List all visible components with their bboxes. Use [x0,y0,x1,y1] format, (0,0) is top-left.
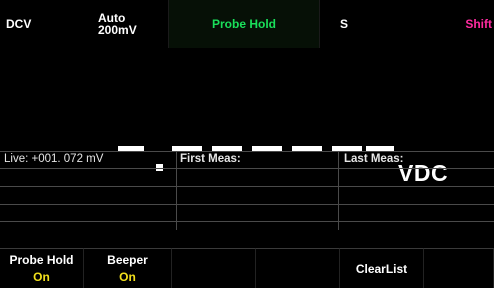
table-divider [0,151,494,152]
softkey-6[interactable] [424,248,494,288]
probe-hold-softkey[interactable]: Probe Hold On [0,248,84,288]
range-indicator: Auto 200mV [98,0,162,48]
table-divider [0,186,494,187]
probe-hold-indicator: Probe Hold [168,0,320,48]
reading-value: -.------ [0,48,1,49]
clear-list-softkey[interactable]: ClearList [340,248,424,288]
s-indicator: S [340,17,349,31]
table-divider [338,152,339,230]
first-meas-header: First Meas: [180,153,241,165]
last-meas-header: Last Meas: [344,153,404,165]
table-divider [0,221,494,222]
softkey-4[interactable] [256,248,340,288]
reading-unit: VDC [398,160,449,186]
table-divider [0,168,494,169]
softkey-3[interactable] [172,248,256,288]
softkey-label: Beeper [107,253,148,267]
softkey-label: Probe Hold [9,253,74,267]
status-bar: DCV Auto 200mV Probe Hold S Shift [0,0,494,48]
main-reading-display: -.------ VDC [0,48,494,186]
range-value: 200mV [98,23,137,37]
table-divider [176,152,177,230]
softkey-value: On [119,270,136,284]
live-reading: Live: +001. 072 mV [4,153,104,165]
softkey-bar: Probe Hold On Beeper On ClearList [0,248,494,288]
shift-indicator: Shift [465,17,492,31]
softkey-value: On [33,270,50,284]
beeper-softkey[interactable]: Beeper On [84,248,172,288]
measurement-mode: DCV [6,17,32,31]
table-divider [0,204,494,205]
softkey-label: ClearList [355,261,408,276]
